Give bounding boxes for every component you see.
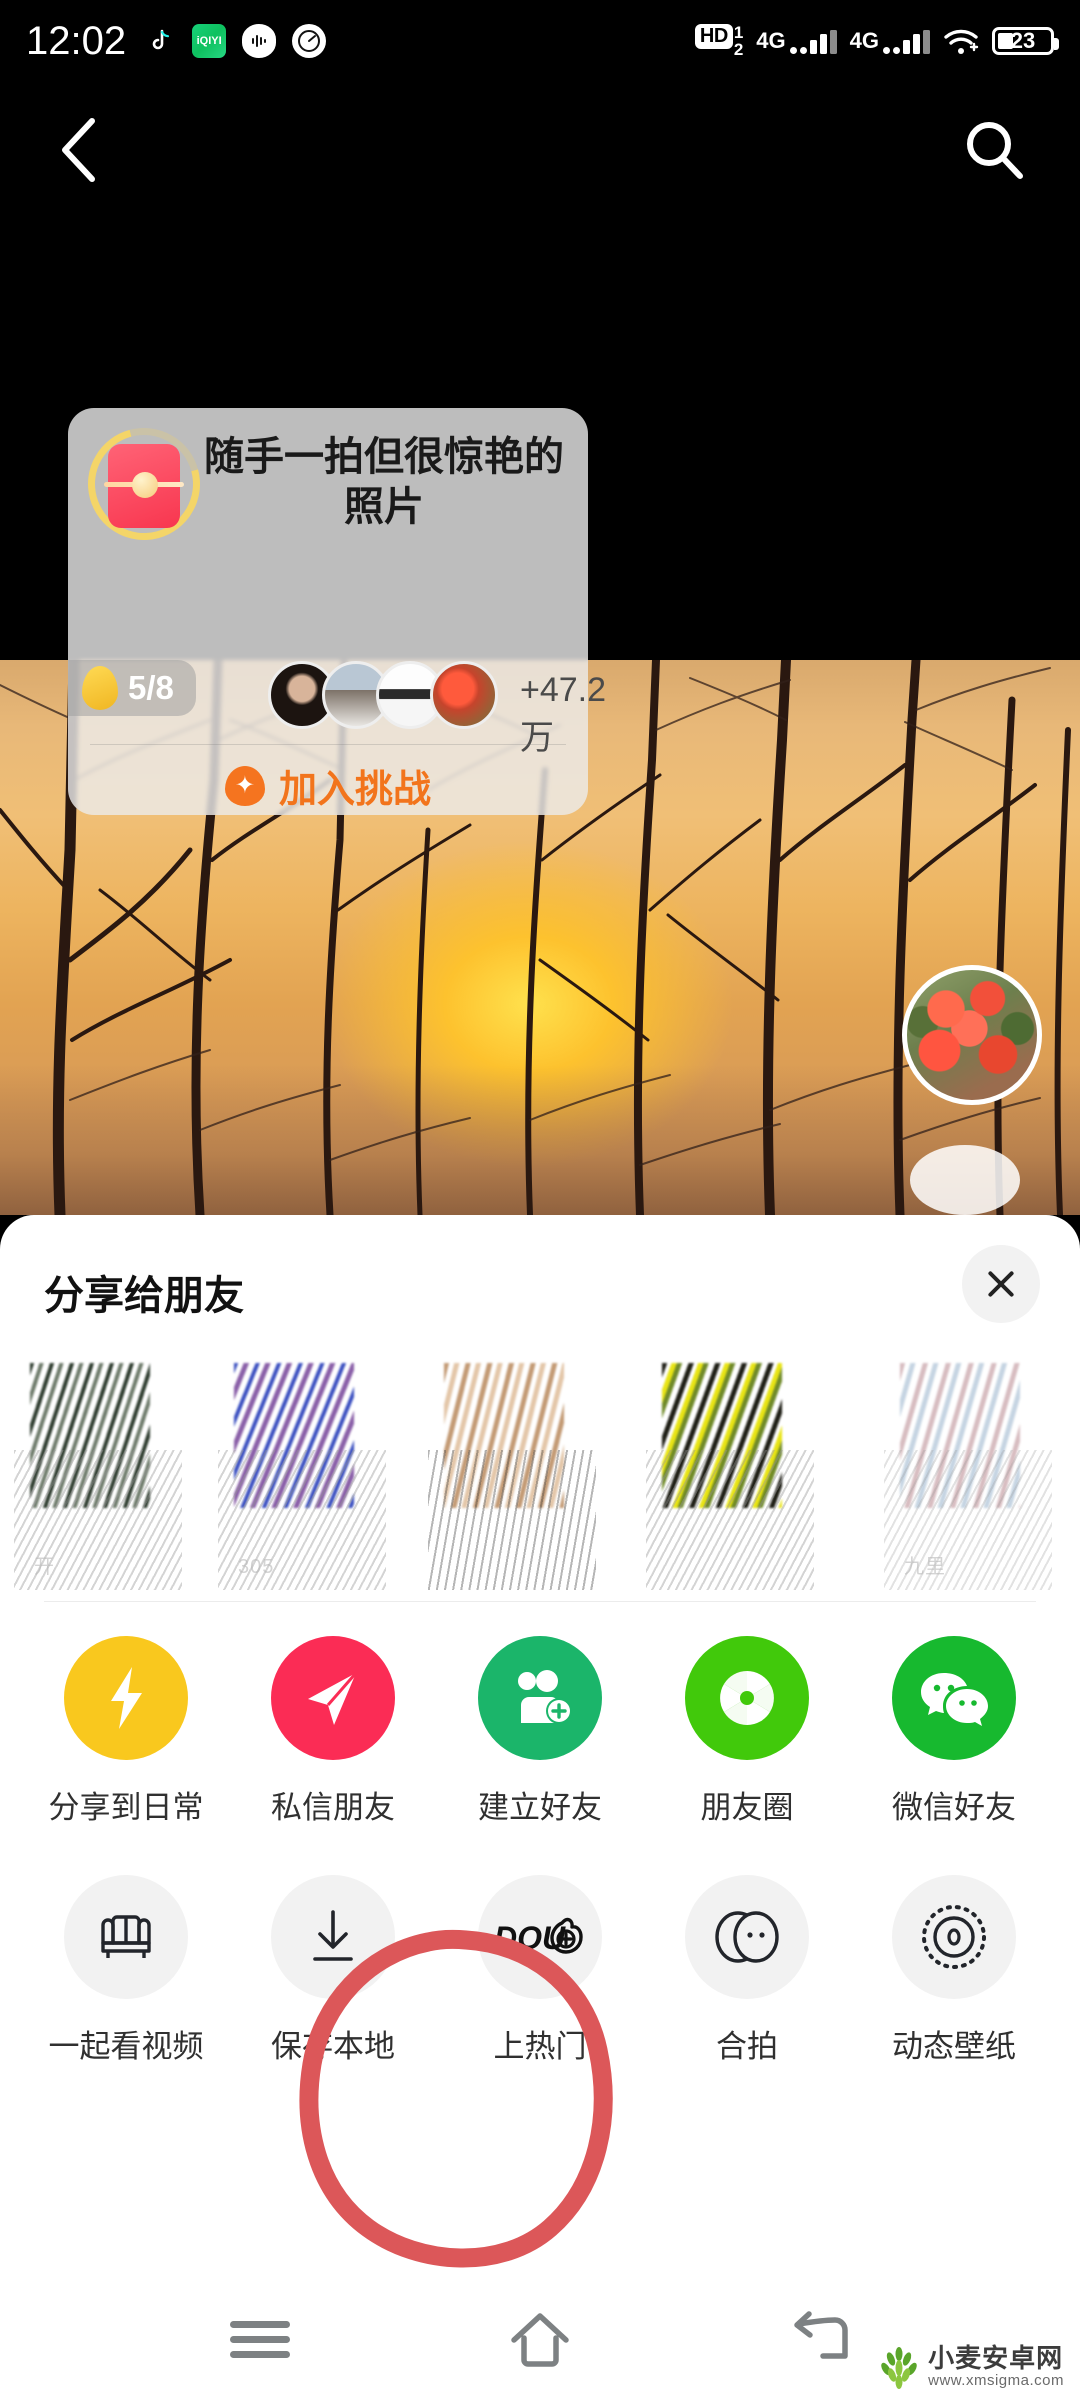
challenge-progress: 5/8 <box>128 669 174 706</box>
challenge-participant-avatars <box>268 661 498 729</box>
share-target-label: 动态壁纸 <box>892 2029 1016 2064</box>
card-divider <box>90 744 566 745</box>
signal-sim1: 4G <box>756 28 837 54</box>
list-item[interactable] <box>422 1355 612 1595</box>
share-target-label: 朋友圈 <box>700 1790 794 1825</box>
top-nav-bar <box>0 82 1080 222</box>
share-to-daily-button[interactable]: 分享到日常 <box>40 1636 212 1827</box>
recents-button[interactable] <box>223 2302 297 2376</box>
share-target-label: 上热门 <box>493 2029 587 2064</box>
wechat-friend-button[interactable]: 微信好友 <box>868 1636 1040 1827</box>
share-target-label: 分享到日常 <box>48 1790 204 1825</box>
battery-icon: 23 <box>992 27 1059 55</box>
participant-avatar <box>430 661 498 729</box>
back-chevron-icon[interactable] <box>52 113 106 192</box>
live-wallpaper-button[interactable]: 动态壁纸 <box>868 1875 1040 2066</box>
svg-text:DOU: DOU <box>494 1920 566 1956</box>
save-local-button[interactable]: 保存本地 <box>247 1875 419 2066</box>
hd-label: HD <box>694 24 733 49</box>
avatar[interactable] <box>902 965 1042 1105</box>
sparkle-icon <box>224 765 265 806</box>
duet-icon <box>685 1875 809 1999</box>
sim2-index: 2 <box>733 40 744 59</box>
create-friend-button[interactable]: 建立好友 <box>454 1636 626 1827</box>
join-challenge-label: 加入挑战 <box>278 769 431 811</box>
sofa-icon <box>64 1875 188 1999</box>
live-wallpaper-icon <box>892 1875 1016 1999</box>
status-clock: 12:02 <box>26 18 127 63</box>
join-challenge-button[interactable]: 加入挑战 <box>68 758 588 813</box>
share-targets-row-1: 分享到日常 私信朋友 建立好友 朋友圈 微信好友 <box>0 1602 1080 1827</box>
sim1-index: 1 <box>733 23 744 42</box>
wheat-logo-icon <box>878 2344 920 2390</box>
share-sheet-header: 分享给朋友 <box>0 1215 1080 1351</box>
lightning-icon <box>64 1636 188 1760</box>
egg-icon <box>82 666 118 710</box>
status-bar-left: 12:02 iQIYI <box>26 18 327 64</box>
status-bar-right: HD 1 2 4G 4G 23 <box>694 23 1059 59</box>
share-target-label: 私信朋友 <box>271 1790 395 1825</box>
friend-list[interactable]: 开 305 九里 <box>0 1355 1080 1595</box>
share-sheet: 分享给朋友 开 305 九里 分享到日常 私信朋友 建立好友 朋友圈 微信好友 … <box>0 1215 1080 2400</box>
list-item[interactable]: 开 <box>8 1355 198 1595</box>
share-target-label: 合拍 <box>716 2029 778 2064</box>
dou-plus-icon: DOU <box>478 1875 602 1999</box>
friend-name: 九里 <box>904 1556 946 1578</box>
challenge-card[interactable]: 随手一拍但很惊艳的照片 5/8 +47.2万 加入挑战 <box>67 407 606 815</box>
friend-name: 305 <box>238 1556 275 1578</box>
audio-icon <box>242 24 277 58</box>
close-icon <box>984 1267 1018 1301</box>
phone-screen: 随手一拍但很惊艳的照片 5/8 +47.2万 加入挑战 <box>0 0 1080 2400</box>
camera-shutter-icon <box>685 1636 809 1760</box>
download-icon <box>271 1875 395 1999</box>
share-sheet-title: 分享给朋友 <box>44 1274 244 1318</box>
search-icon[interactable] <box>962 117 1028 188</box>
share-target-label: 微信好友 <box>892 1790 1016 1825</box>
list-item[interactable]: 九里 <box>878 1355 1068 1595</box>
hd-volte-icon: HD 1 2 <box>694 23 744 59</box>
signal-sim2: 4G <box>850 28 930 54</box>
share-targets-row-2: 一起看视频 保存本地 DOU 上热门 合拍 动态壁纸 <box>0 1827 1080 2066</box>
home-button[interactable] <box>503 2302 577 2376</box>
wechat-icon <box>892 1636 1016 1760</box>
list-item[interactable]: 305 <box>212 1355 402 1595</box>
paper-plane-icon <box>271 1636 395 1760</box>
challenge-progress-row: 5/8 <box>68 660 196 716</box>
battery-percent: 23 <box>1010 28 1036 53</box>
promote-dou-plus-button[interactable]: DOU 上热门 <box>454 1875 626 2066</box>
friend-name: 开 <box>34 1556 55 1578</box>
share-target-label: 建立好友 <box>478 1790 602 1825</box>
site-watermark: 小麦安卓网 www.xmsigma.com <box>878 2344 1064 2390</box>
share-target-label: 一起看视频 <box>48 2029 204 2064</box>
status-bar: 12:02 iQIYI HD 1 2 4G 4G 23 <box>0 0 1080 82</box>
speedometer-icon <box>292 24 327 58</box>
watch-together-button[interactable]: 一起看视频 <box>40 1875 212 2066</box>
back-arrow-icon <box>794 2311 848 2359</box>
douyin-icon <box>142 24 177 58</box>
list-item[interactable] <box>640 1355 830 1595</box>
watermark-url: www.xmsigma.com <box>928 2371 1064 2389</box>
wifi-icon <box>943 28 979 54</box>
red-envelope-shape <box>104 444 184 528</box>
back-button[interactable] <box>783 2302 857 2376</box>
network-type-2: 4G <box>849 28 879 53</box>
wechat-moments-button[interactable]: 朋友圈 <box>661 1636 833 1827</box>
iqiyi-icon: iQIYI <box>192 24 227 58</box>
red-envelope-badge-icon <box>67 407 221 561</box>
share-target-label: 保存本地 <box>271 2029 395 2064</box>
home-icon <box>511 2313 569 2367</box>
direct-message-friend-button[interactable]: 私信朋友 <box>247 1636 419 1827</box>
participant-count: +47.2万 <box>520 671 607 757</box>
duet-button[interactable]: 合拍 <box>661 1875 833 2066</box>
close-button[interactable] <box>962 1245 1040 1323</box>
video-side-partial-bubble <box>910 1145 1020 1215</box>
challenge-title: 随手一拍但很惊艳的照片 <box>204 435 564 529</box>
iqiyi-label: iQIYI <box>196 34 222 47</box>
watermark-text: 小麦安卓网 www.xmsigma.com <box>928 2345 1064 2388</box>
watermark-site-name: 小麦安卓网 <box>928 2343 1064 2374</box>
hamburger-icon <box>230 2313 290 2366</box>
network-type-1: 4G <box>756 28 786 53</box>
add-friend-icon <box>478 1636 602 1760</box>
